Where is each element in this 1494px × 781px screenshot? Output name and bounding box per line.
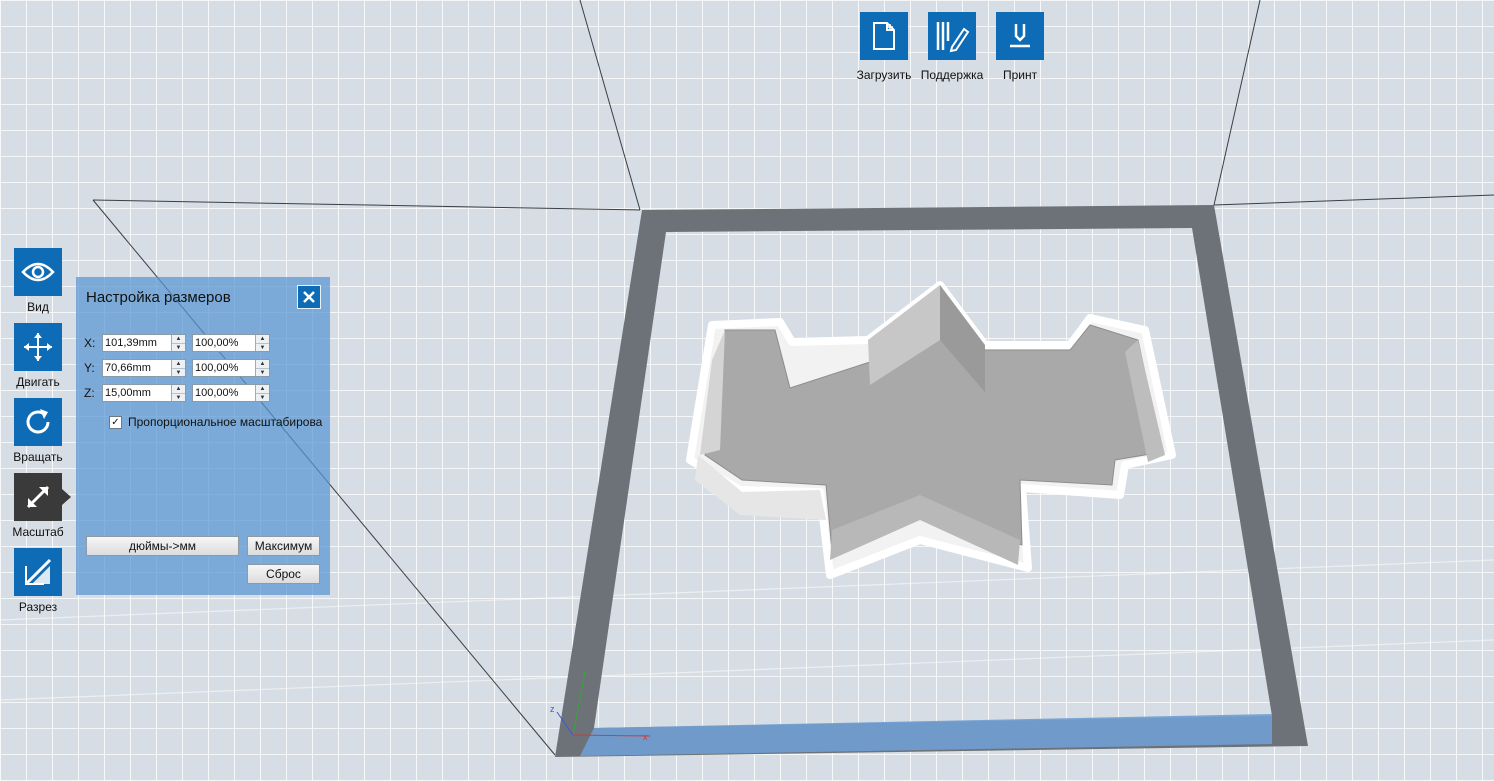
row-z: Z: 15,00mm ▲ ▼ 100,00% ▲ ▼ — [84, 384, 270, 402]
checkmark-icon: ✓ — [109, 415, 122, 429]
up-arrow-icon[interactable]: ▲ — [172, 385, 185, 393]
proportional-checkbox[interactable]: ✓ Пропорциональное масштабирова — [109, 415, 327, 429]
cut-icon — [14, 548, 62, 596]
up-arrow-icon[interactable]: ▲ — [256, 360, 269, 368]
maximum-button[interactable]: Максимум — [247, 536, 320, 556]
move-arrows-icon — [14, 323, 62, 371]
percent-x-input[interactable]: 100,00% ▲ ▼ — [192, 334, 270, 352]
print-button[interactable]: Принт — [982, 12, 1058, 82]
down-arrow-icon[interactable]: ▼ — [172, 368, 185, 377]
down-arrow-icon[interactable]: ▼ — [172, 343, 185, 352]
print-nozzle-icon — [996, 12, 1044, 60]
svg-text:x: x — [643, 732, 648, 742]
support-button[interactable]: Поддержка — [914, 12, 990, 82]
down-arrow-icon[interactable]: ▼ — [256, 343, 269, 352]
load-button[interactable]: Загрузить — [846, 12, 922, 82]
down-arrow-icon[interactable]: ▼ — [256, 393, 269, 402]
svg-text:z: z — [550, 704, 555, 714]
active-tool-pointer — [62, 489, 71, 505]
load-label: Загрузить — [856, 68, 912, 82]
up-arrow-icon[interactable]: ▲ — [256, 385, 269, 393]
view-label: Вид — [27, 300, 49, 314]
row-x: X: 101,39mm ▲ ▼ 100,00% ▲ ▼ — [84, 334, 270, 352]
scale-arrow-icon — [14, 473, 62, 521]
cut-label: Разрез — [18, 600, 58, 614]
scale-button[interactable]: Масштаб — [8, 473, 68, 539]
view-button[interactable]: Вид — [8, 248, 68, 314]
rotate-label: Вращать — [13, 450, 63, 464]
file-add-icon — [860, 12, 908, 60]
eye-icon — [14, 248, 62, 296]
scale-label: Масштаб — [12, 525, 64, 539]
svg-text:y: y — [582, 668, 587, 678]
move-button[interactable]: Двигать — [8, 323, 68, 389]
up-arrow-icon[interactable]: ▲ — [256, 335, 269, 343]
scale-panel: Настройка размеров X: 101,39mm ▲ ▼ 100,00… — [76, 277, 330, 595]
rotate-icon — [14, 398, 62, 446]
reset-button[interactable]: Сброс — [247, 564, 320, 584]
support-label: Поддержка — [920, 68, 984, 82]
proportional-label: Пропорциональное масштабирова — [128, 415, 323, 429]
close-icon — [303, 291, 315, 303]
axis-label-x: X: — [84, 336, 96, 350]
down-arrow-icon[interactable]: ▼ — [256, 368, 269, 377]
size-x-input[interactable]: 101,39mm ▲ ▼ — [102, 334, 186, 352]
move-label: Двигать — [16, 375, 60, 389]
row-y: Y: 70,66mm ▲ ▼ 100,00% ▲ ▼ — [84, 359, 270, 377]
down-arrow-icon[interactable]: ▼ — [172, 393, 185, 402]
percent-y-input[interactable]: 100,00% ▲ ▼ — [192, 359, 270, 377]
size-y-input[interactable]: 70,66mm ▲ ▼ — [102, 359, 186, 377]
print-label: Принт — [1002, 68, 1038, 82]
up-arrow-icon[interactable]: ▲ — [172, 335, 185, 343]
up-arrow-icon[interactable]: ▲ — [172, 360, 185, 368]
axis-label-z: Z: — [84, 386, 95, 400]
inch-to-mm-button[interactable]: дюймы->мм — [86, 536, 239, 556]
rotate-button[interactable]: Вращать — [8, 398, 68, 464]
cut-button[interactable]: Разрез — [8, 548, 68, 614]
size-z-input[interactable]: 15,00mm ▲ ▼ — [102, 384, 186, 402]
support-edit-icon — [928, 12, 976, 60]
panel-title: Настройка размеров — [86, 289, 231, 306]
percent-z-input[interactable]: 100,00% ▲ ▼ — [192, 384, 270, 402]
close-button[interactable] — [297, 285, 321, 309]
axis-label-y: Y: — [84, 361, 95, 375]
